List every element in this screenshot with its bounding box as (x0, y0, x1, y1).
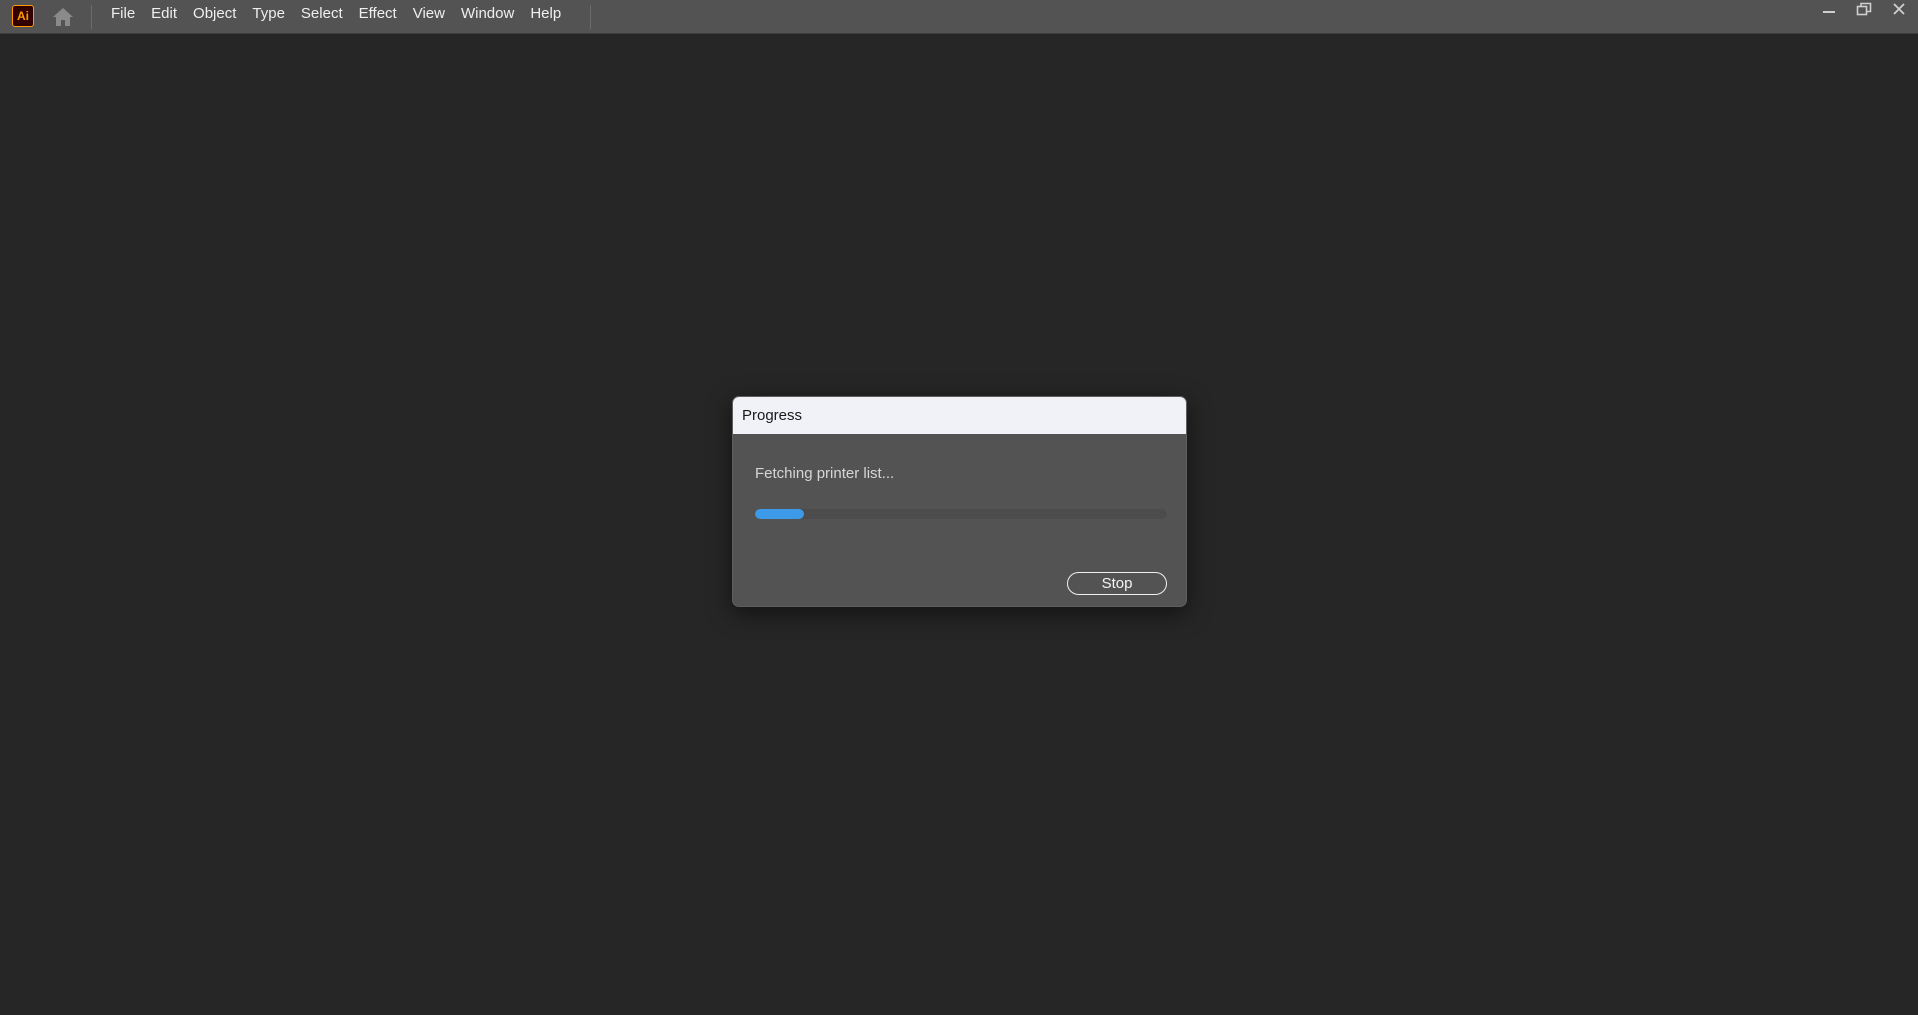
progress-message: Fetching printer list... (755, 465, 895, 482)
home-icon (53, 8, 73, 26)
home-button[interactable] (49, 3, 77, 31)
menu-select[interactable]: Select (293, 0, 351, 28)
menu-object[interactable]: Object (185, 0, 244, 28)
restore-button[interactable] (1848, 0, 1880, 18)
progress-dialog: Progress Fetching printer list... Stop (732, 396, 1187, 607)
menu-effect[interactable]: Effect (351, 0, 405, 28)
application-menubar: Ai File Edit Object Type Select Effect V… (0, 0, 1918, 34)
close-icon (1893, 3, 1905, 15)
menu-view[interactable]: View (405, 0, 453, 28)
menu-help[interactable]: Help (522, 0, 569, 28)
minimize-icon (1823, 11, 1835, 13)
progress-bar (755, 509, 1167, 519)
progress-bar-fill (755, 509, 805, 519)
menu-type[interactable]: Type (244, 0, 293, 28)
close-button[interactable] (1883, 0, 1915, 18)
restore-icon (1856, 2, 1872, 16)
menu-edit[interactable]: Edit (143, 0, 185, 28)
dialog-titlebar[interactable]: Progress (733, 397, 1186, 434)
minimize-button[interactable] (1813, 0, 1845, 18)
menubar-divider (91, 5, 92, 29)
menu-file[interactable]: File (103, 0, 143, 28)
menubar-divider (590, 5, 591, 29)
stop-button[interactable]: Stop (1067, 572, 1167, 595)
dialog-title: Progress (742, 407, 803, 424)
main-menu: File Edit Object Type Select Effect View… (103, 0, 569, 28)
illustrator-logo: Ai (12, 5, 34, 27)
menu-window[interactable]: Window (453, 0, 522, 28)
